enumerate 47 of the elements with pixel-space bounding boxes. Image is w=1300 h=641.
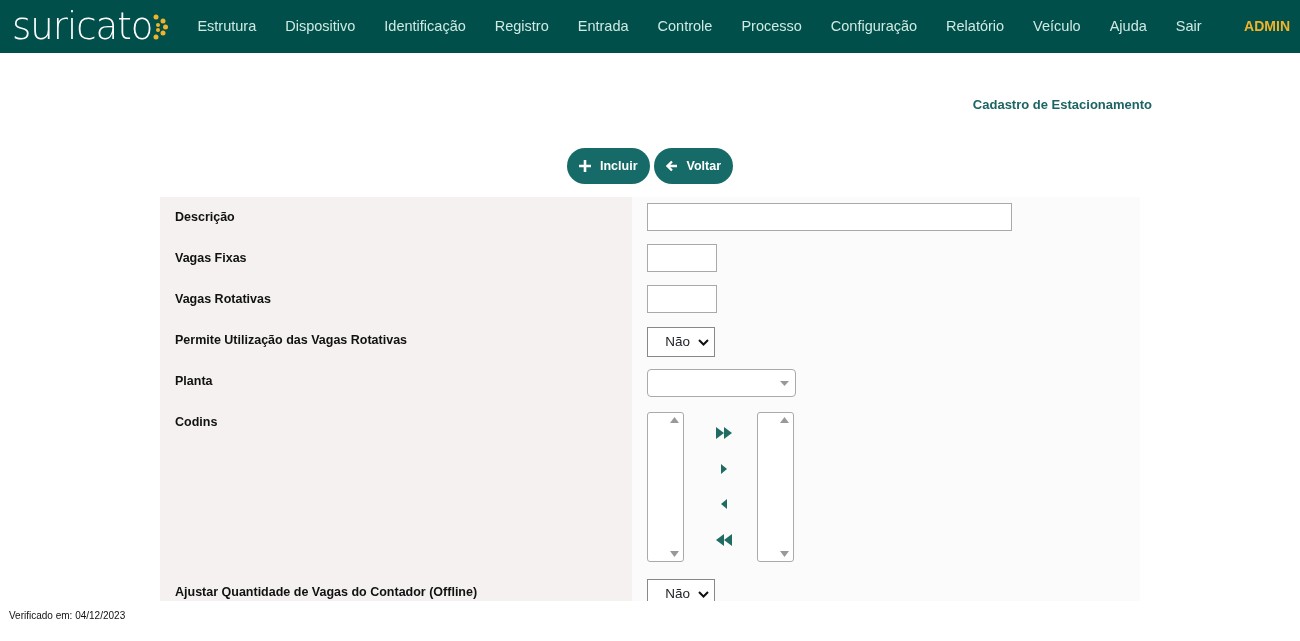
list-box[interactable] bbox=[757, 412, 794, 562]
back-button[interactable]: Voltar bbox=[653, 148, 733, 184]
caret-icon bbox=[698, 590, 709, 598]
scroll-up-icon bbox=[780, 417, 789, 423]
page-title: Cadastro de Estacionamento bbox=[971, 96, 1152, 114]
nav-link[interactable]: Ajuda bbox=[1109, 15, 1147, 38]
double-right-icon[interactable] bbox=[716, 427, 732, 439]
field-label: Vagas Rotativas bbox=[160, 279, 632, 320]
text-field[interactable] bbox=[647, 244, 717, 272]
nav-link[interactable]: Estrutura bbox=[197, 15, 257, 38]
select-field[interactable]: Não bbox=[647, 579, 715, 601]
field-label: Ajustar Quantidade de Vagas do Contador (Offline) bbox=[160, 577, 632, 601]
user-link[interactable]: ADMIN bbox=[1244, 16, 1290, 37]
add-button[interactable]: Incluir bbox=[567, 148, 650, 184]
double-left-icon[interactable] bbox=[716, 534, 732, 546]
text-field[interactable] bbox=[647, 285, 717, 313]
nav-link[interactable]: Entrada bbox=[577, 15, 629, 38]
text-field[interactable] bbox=[647, 203, 1012, 231]
field-label: Descrição bbox=[160, 197, 632, 238]
field-label: Planta bbox=[160, 361, 632, 402]
nav-link[interactable]: Configuração bbox=[830, 15, 918, 38]
nav-link[interactable]: Relatório bbox=[946, 15, 1005, 38]
dots-icon bbox=[152, 13, 169, 40]
field-label: Vagas Fixas bbox=[160, 238, 632, 279]
scroll-down-icon bbox=[670, 551, 679, 557]
field-label: Permite Utilização das Vagas Rotativas bbox=[160, 320, 632, 361]
left-icon[interactable] bbox=[721, 499, 727, 509]
arrow-left-icon bbox=[665, 160, 678, 172]
nav-link[interactable]: Sair bbox=[1175, 15, 1202, 38]
verification-date: Verificado em: 04/12/2023 bbox=[8, 609, 127, 623]
combo-field[interactable] bbox=[647, 369, 796, 397]
scroll-up-icon bbox=[670, 417, 679, 423]
select-field[interactable]: Não bbox=[647, 327, 715, 357]
nav-link[interactable]: Processo bbox=[741, 15, 802, 38]
scroll-down-icon bbox=[780, 551, 789, 557]
nav-link[interactable]: Controle bbox=[657, 15, 713, 38]
field-label: Codins bbox=[160, 402, 632, 577]
nav-link[interactable]: Registro bbox=[494, 15, 549, 38]
caret-icon bbox=[698, 338, 709, 346]
list-box[interactable] bbox=[647, 412, 684, 562]
nav-link[interactable]: Dispositivo bbox=[285, 15, 356, 38]
nav-link[interactable]: Veículo bbox=[1033, 15, 1081, 38]
nav-link[interactable]: Identificação bbox=[384, 15, 466, 38]
logo-text: suricato bbox=[12, 8, 153, 45]
right-icon[interactable] bbox=[721, 464, 727, 474]
plus-icon bbox=[579, 160, 591, 172]
caret-icon bbox=[780, 380, 789, 386]
